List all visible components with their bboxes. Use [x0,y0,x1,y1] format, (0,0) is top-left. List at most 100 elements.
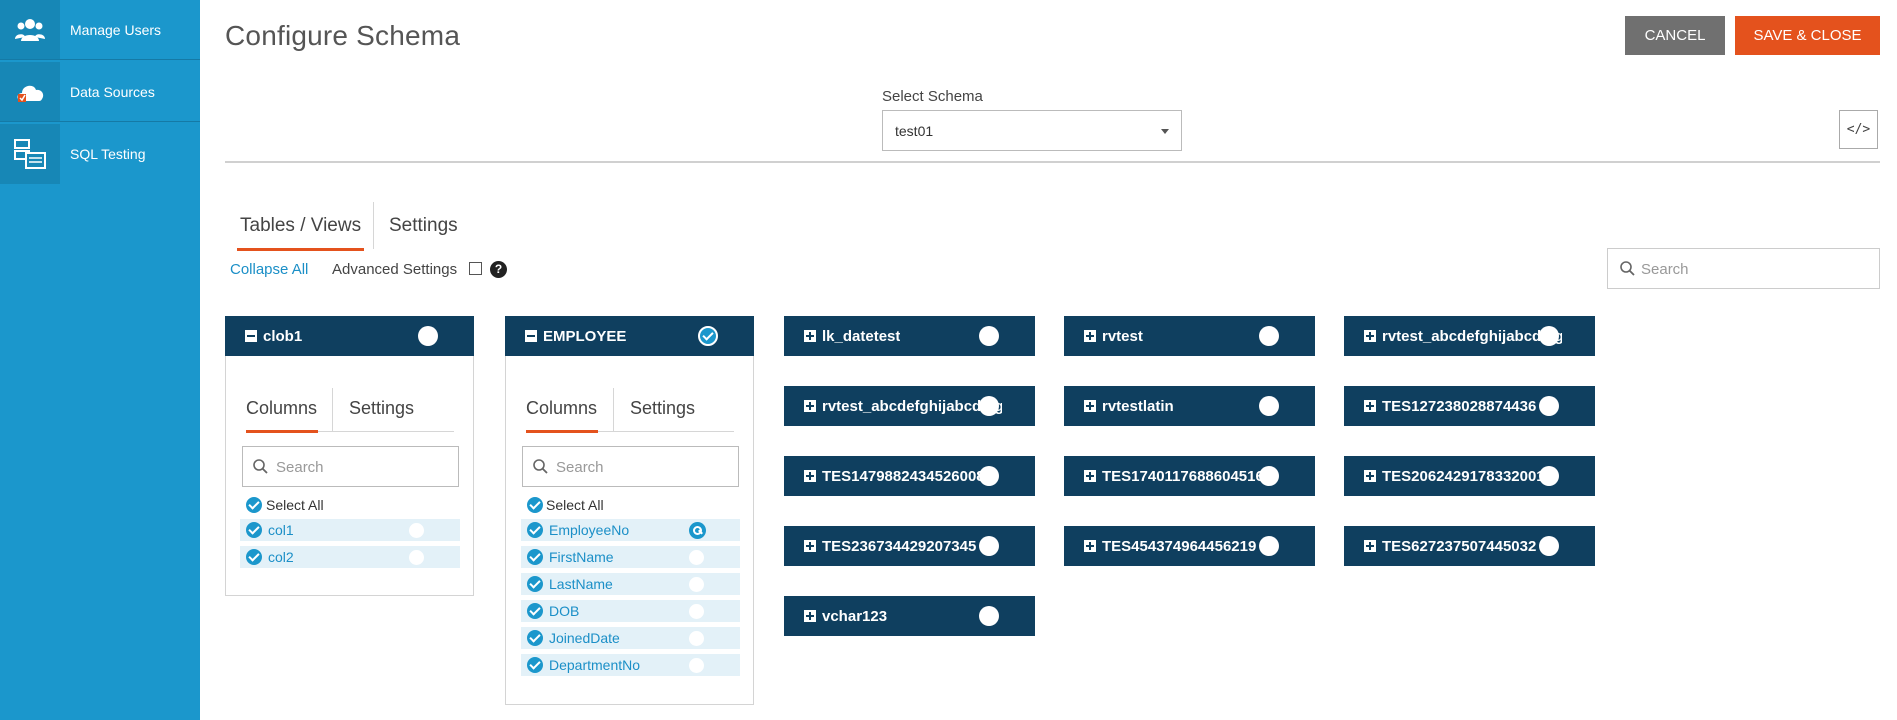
column-row[interactable]: col1 [240,519,460,541]
table-name: TES1479882434526008 [822,468,985,485]
column-row[interactable]: col2 [240,546,460,568]
expand-icon[interactable] [1364,540,1376,552]
column-check-icon[interactable] [246,549,262,565]
table-header[interactable]: TES127238028874436 [1344,386,1595,426]
expand-icon[interactable] [804,610,816,622]
expand-icon[interactable] [1084,400,1096,412]
collapse-icon[interactable] [525,330,537,342]
column-row[interactable]: LastName [521,573,740,595]
primary-key-icon[interactable] [689,522,706,539]
table-header[interactable]: TES454374964456219 [1064,526,1315,566]
table-select-toggle[interactable] [1539,326,1559,346]
column-check-icon[interactable] [527,576,543,592]
column-check-icon[interactable] [527,522,543,538]
table-select-toggle[interactable] [979,466,999,486]
table-select-toggle[interactable] [1259,466,1279,486]
table-header[interactable]: TES236734429207345 [784,526,1035,566]
advanced-settings-checkbox[interactable] [469,262,482,275]
schema-select[interactable]: test01 [882,110,1182,151]
column-check-icon[interactable] [246,522,262,538]
sidebar-item-manage-users[interactable]: Manage Users [0,0,200,60]
tables-search-input[interactable]: Search [1607,248,1880,289]
table-selected-check-icon[interactable] [698,326,718,346]
expand-icon[interactable] [804,470,816,482]
save-and-close-button[interactable]: SAVE & CLOSE [1735,16,1880,55]
column-check-icon[interactable] [527,549,543,565]
table-header[interactable]: TES2062429178332001 [1344,456,1595,496]
column-check-icon[interactable] [527,630,543,646]
expand-icon[interactable] [1364,470,1376,482]
column-check-icon[interactable] [527,657,543,673]
key-toggle[interactable] [409,523,424,538]
collapse-icon[interactable] [245,330,257,342]
table-name: vchar123 [822,608,888,625]
tab-columns[interactable]: Columns [526,398,597,419]
table-select-toggle[interactable] [979,326,999,346]
divider [613,388,614,432]
columns-search-input[interactable]: Search [242,446,459,487]
column-row[interactable]: DOB [521,600,740,622]
column-row[interactable]: JoinedDate [521,627,740,649]
table-header[interactable]: rvtestlatin [1064,386,1315,426]
tab-columns[interactable]: Columns [246,398,317,419]
tab-settings[interactable]: Settings [630,398,695,419]
table-header-employee[interactable]: EMPLOYEE [505,316,754,356]
column-row[interactable]: DepartmentNo [521,654,740,676]
table-select-toggle[interactable] [1259,326,1279,346]
expand-icon[interactable] [1364,330,1376,342]
tab-tables-views[interactable]: Tables / Views [236,215,365,251]
active-tab-indicator [526,430,598,433]
key-toggle[interactable] [689,631,704,646]
column-row[interactable]: EmployeeNo [521,519,740,541]
select-all-check-icon[interactable] [527,497,543,513]
table-select-toggle[interactable] [1539,536,1559,556]
table-select-toggle[interactable] [979,536,999,556]
key-toggle[interactable] [409,550,424,565]
table-select-toggle[interactable] [1539,466,1559,486]
expand-icon[interactable] [804,400,816,412]
help-icon[interactable]: ? [490,261,507,278]
table-header[interactable]: TES627237507445032 [1344,526,1595,566]
cancel-button[interactable]: CANCEL [1625,16,1725,55]
expand-icon[interactable] [1364,400,1376,412]
table-header[interactable]: rvtest_abcdefghijabcdefg [1344,316,1595,356]
sidebar-item-data-sources[interactable]: Data Sources [0,62,200,122]
column-name: col2 [268,549,294,565]
key-toggle[interactable] [689,550,704,565]
select-all-check-icon[interactable] [246,497,262,513]
column-check-icon[interactable] [527,603,543,619]
code-view-button[interactable]: </> [1839,110,1878,149]
key-toggle[interactable] [689,658,704,673]
table-header[interactable]: rvtest [1064,316,1315,356]
table-select-toggle[interactable] [1259,536,1279,556]
expand-icon[interactable] [804,330,816,342]
sidebar: Manage Users Data Sources SQL Testing [0,0,200,720]
table-select-toggle[interactable] [979,606,999,626]
collapse-all-link[interactable]: Collapse All [230,261,308,278]
tab-settings[interactable]: Settings [389,215,458,237]
table-select-toggle[interactable] [979,396,999,416]
column-row[interactable]: FirstName [521,546,740,568]
key-toggle[interactable] [689,604,704,619]
select-all-label[interactable]: Select All [266,497,324,513]
table-name: EMPLOYEE [543,328,627,345]
select-all-label[interactable]: Select All [546,497,604,513]
expand-icon[interactable] [1084,540,1096,552]
schema-select-value: test01 [895,123,934,139]
expand-icon[interactable] [1084,470,1096,482]
key-toggle[interactable] [689,577,704,592]
tab-settings[interactable]: Settings [349,398,414,419]
sidebar-item-sql-testing[interactable]: SQL Testing [0,124,200,184]
table-select-toggle[interactable] [418,326,438,346]
table-select-toggle[interactable] [1539,396,1559,416]
table-header-clob1[interactable]: clob1 [225,316,474,356]
columns-search-input[interactable]: Search [522,446,739,487]
table-header[interactable]: TES1479882434526008 [784,456,1035,496]
table-select-toggle[interactable] [1259,396,1279,416]
table-header[interactable]: rvtest_abcdefghijabcdefg [784,386,1035,426]
expand-icon[interactable] [804,540,816,552]
table-header[interactable]: TES1740117688604516 [1064,456,1315,496]
expand-icon[interactable] [1084,330,1096,342]
table-header[interactable]: vchar123 [784,596,1035,636]
table-header[interactable]: lk_datetest [784,316,1035,356]
